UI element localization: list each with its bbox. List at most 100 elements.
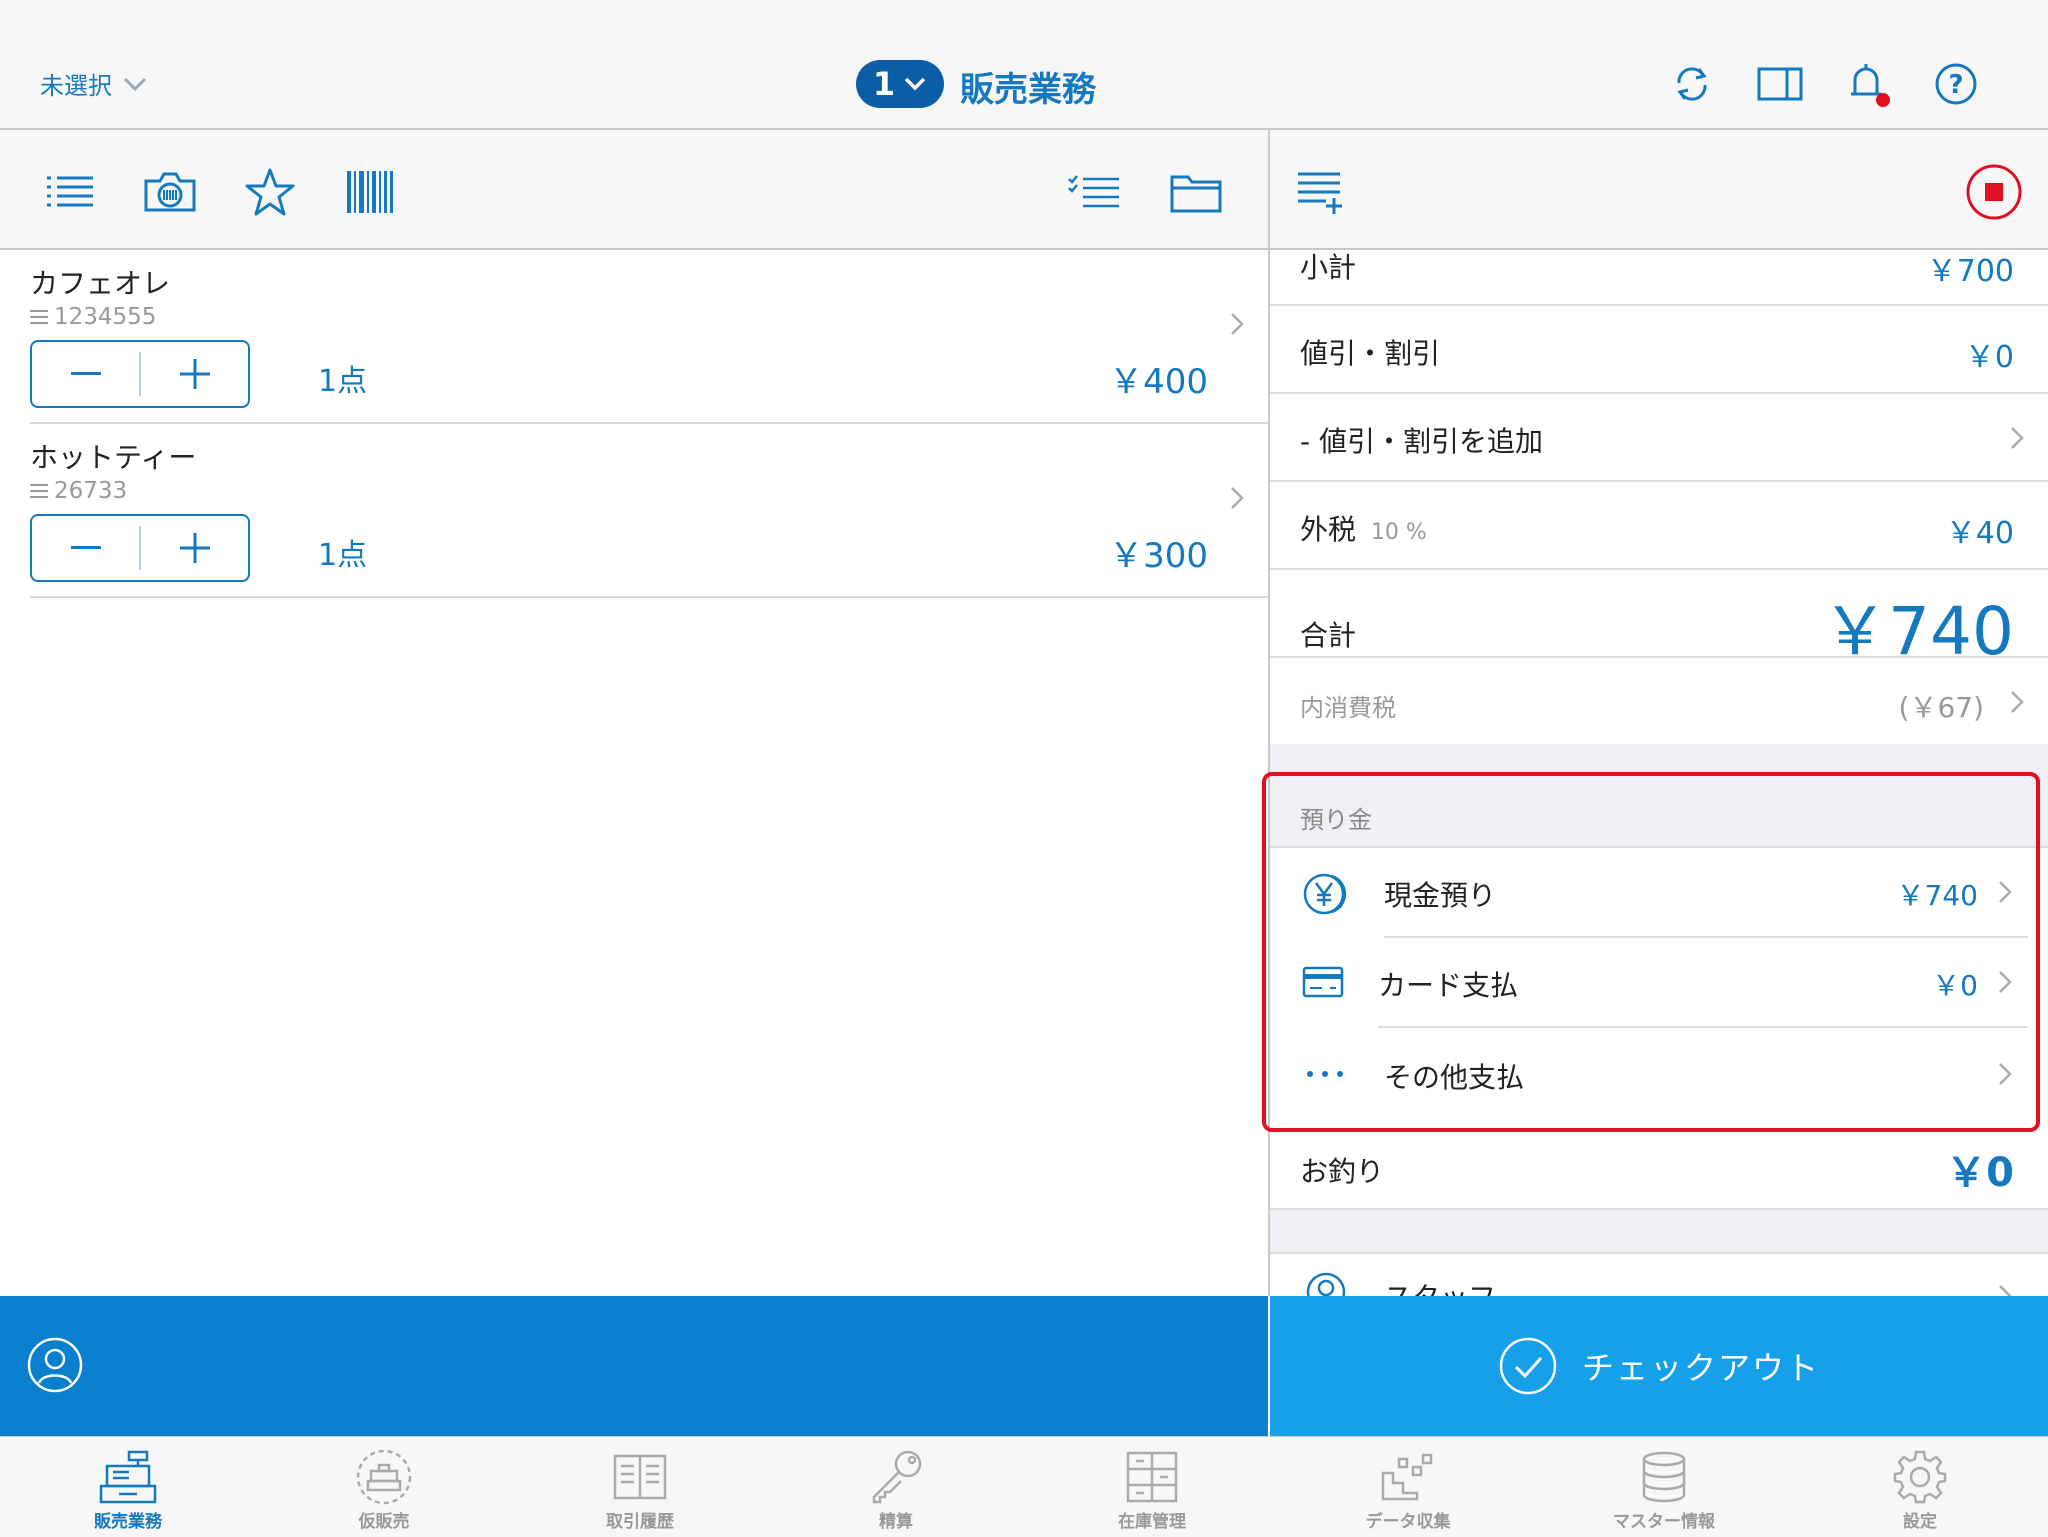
gear-icon (1893, 1450, 1947, 1504)
camera-scan-icon[interactable] (140, 164, 200, 220)
split-view-icon[interactable] (1756, 60, 1804, 108)
checkout-button[interactable]: チェックアウト (1270, 1296, 2048, 1436)
inventory-icon (1126, 1451, 1178, 1503)
item-name: カフェオレ (30, 267, 171, 300)
list-icon[interactable] (40, 164, 100, 220)
chevron-right-icon (1231, 313, 1244, 335)
subtotal-label: 小計 (1300, 251, 1357, 284)
tab-bar: 販売業務 仮販売 取引履歴 精算 在庫管理 データ収集 マスター情報 設定 (0, 1436, 2048, 1537)
change-row: お釣り ￥0 (1270, 1130, 2048, 1210)
cart-item-row[interactable]: ホットティー 26733 1点 ￥300 (30, 424, 1268, 598)
tab-temp-sale[interactable]: 仮販売 (256, 1437, 512, 1537)
register-selector[interactable]: 1 (856, 60, 944, 108)
add-discount-label: - 値引・割引を追加 (1300, 425, 1544, 458)
minus-icon (70, 372, 101, 375)
item-code: 1234555 (30, 304, 156, 330)
tab-label: 精算 (879, 1512, 913, 1532)
item-toolbar (0, 130, 1268, 250)
tab-settlement[interactable]: 精算 (768, 1437, 1024, 1537)
tax-label: 外税 10 % (1300, 508, 1427, 548)
chevron-right-icon (1231, 487, 1244, 509)
chevron-down-icon (904, 77, 926, 91)
tab-label: 取引履歴 (606, 1512, 674, 1532)
discount-label: 値引・割引 (1300, 337, 1441, 370)
tab-label: 在庫管理 (1118, 1512, 1186, 1532)
page-title: 販売業務 (960, 70, 1096, 110)
barcode-icon[interactable] (340, 164, 400, 220)
quantity-stepper (30, 340, 250, 408)
plus-icon (179, 533, 210, 563)
tab-data-collection[interactable]: データ収集 (1280, 1437, 1536, 1537)
discount-row: 値引・割引 ￥0 (1270, 306, 2048, 394)
checklist-icon[interactable] (1064, 164, 1124, 220)
item-quantity: 1点 (318, 364, 368, 399)
sync-icon[interactable] (1668, 60, 1716, 108)
increment-button[interactable] (141, 516, 248, 580)
key-icon (872, 1450, 922, 1504)
svg-text:?: ? (1948, 70, 1963, 100)
chevron-down-icon (123, 77, 147, 91)
minus-icon (70, 546, 101, 549)
total-label: 合計 (1300, 619, 1357, 652)
item-code-value: 1234555 (54, 304, 157, 330)
decrement-button[interactable] (32, 342, 139, 406)
tab-master-info[interactable]: マスター情報 (1536, 1437, 1792, 1537)
customer-bar (0, 1296, 1268, 1436)
tab-history[interactable]: 取引履歴 (512, 1437, 768, 1537)
register-number: 1 (872, 65, 896, 103)
tax-label-text: 外税 (1300, 513, 1357, 546)
favorites-star-icon[interactable] (240, 164, 300, 220)
store-select-label: 未選択 (40, 72, 112, 100)
register-icon (99, 1450, 157, 1504)
internal-tax-value: (￥67) (1898, 691, 1984, 724)
tab-sales[interactable]: 販売業務 (0, 1437, 256, 1537)
menu-lines-icon (30, 310, 48, 324)
tab-label: 仮販売 (358, 1512, 410, 1532)
subtotal-value: ￥700 (1926, 254, 2014, 289)
chevron-right-icon (2011, 427, 2024, 449)
change-value: ￥0 (1946, 1150, 2014, 1196)
tax-row: 外税 10 % ￥40 (1270, 482, 2048, 570)
folder-icon[interactable] (1166, 164, 1226, 220)
checkout-label: チェックアウト (1581, 1349, 1820, 1387)
summary-toolbar (1270, 130, 2048, 250)
internal-tax-label: 内消費税 (1300, 694, 1396, 722)
section-gap (1270, 1210, 2048, 1252)
internal-tax-row[interactable]: 内消費税 (￥67) (1270, 658, 2048, 744)
add-line-icon[interactable] (1290, 164, 1350, 220)
discount-value: ￥0 (1964, 340, 2014, 375)
item-name: ホットティー (30, 441, 197, 474)
staff-label: スタッフ (1384, 1281, 1497, 1298)
item-price: ￥400 (1109, 362, 1208, 402)
help-icon[interactable]: ? (1932, 60, 1980, 108)
notification-bell-icon[interactable] (1844, 60, 1892, 108)
store-select-dropdown[interactable]: 未選択 (40, 66, 148, 101)
change-label: お釣り (1300, 1155, 1385, 1188)
staff-row[interactable]: スタッフ (1270, 1252, 2048, 1298)
cart-item-row[interactable]: カフェオレ 1234555 1点 ￥400 (30, 250, 1268, 424)
staff-icon (1306, 1272, 1346, 1298)
check-circle-icon (1499, 1337, 1557, 1395)
decrement-button[interactable] (32, 516, 139, 580)
tab-label: マスター情報 (1613, 1512, 1715, 1532)
database-icon (1642, 1451, 1686, 1503)
tab-inventory[interactable]: 在庫管理 (1024, 1437, 1280, 1537)
history-icon (613, 1454, 667, 1500)
item-code: 26733 (30, 478, 127, 504)
tab-settings[interactable]: 設定 (1792, 1437, 2048, 1537)
customer-avatar-icon[interactable] (26, 1336, 84, 1394)
tab-label: 販売業務 (94, 1512, 162, 1532)
menu-lines-icon (30, 484, 48, 498)
tax-rate: 10 % (1370, 520, 1427, 545)
quantity-stepper (30, 514, 250, 582)
plus-icon (179, 359, 210, 389)
item-quantity: 1点 (318, 538, 368, 573)
increment-button[interactable] (141, 342, 248, 406)
tab-label: 設定 (1903, 1512, 1937, 1532)
data-collect-icon (1381, 1453, 1433, 1501)
total-row: 合計 ￥740 (1270, 570, 2048, 670)
stop-recording-icon[interactable] (1964, 164, 2024, 220)
tab-label: データ収集 (1365, 1512, 1451, 1532)
add-discount-row[interactable]: - 値引・割引を追加 (1270, 394, 2048, 482)
temp-sale-icon (356, 1449, 412, 1505)
